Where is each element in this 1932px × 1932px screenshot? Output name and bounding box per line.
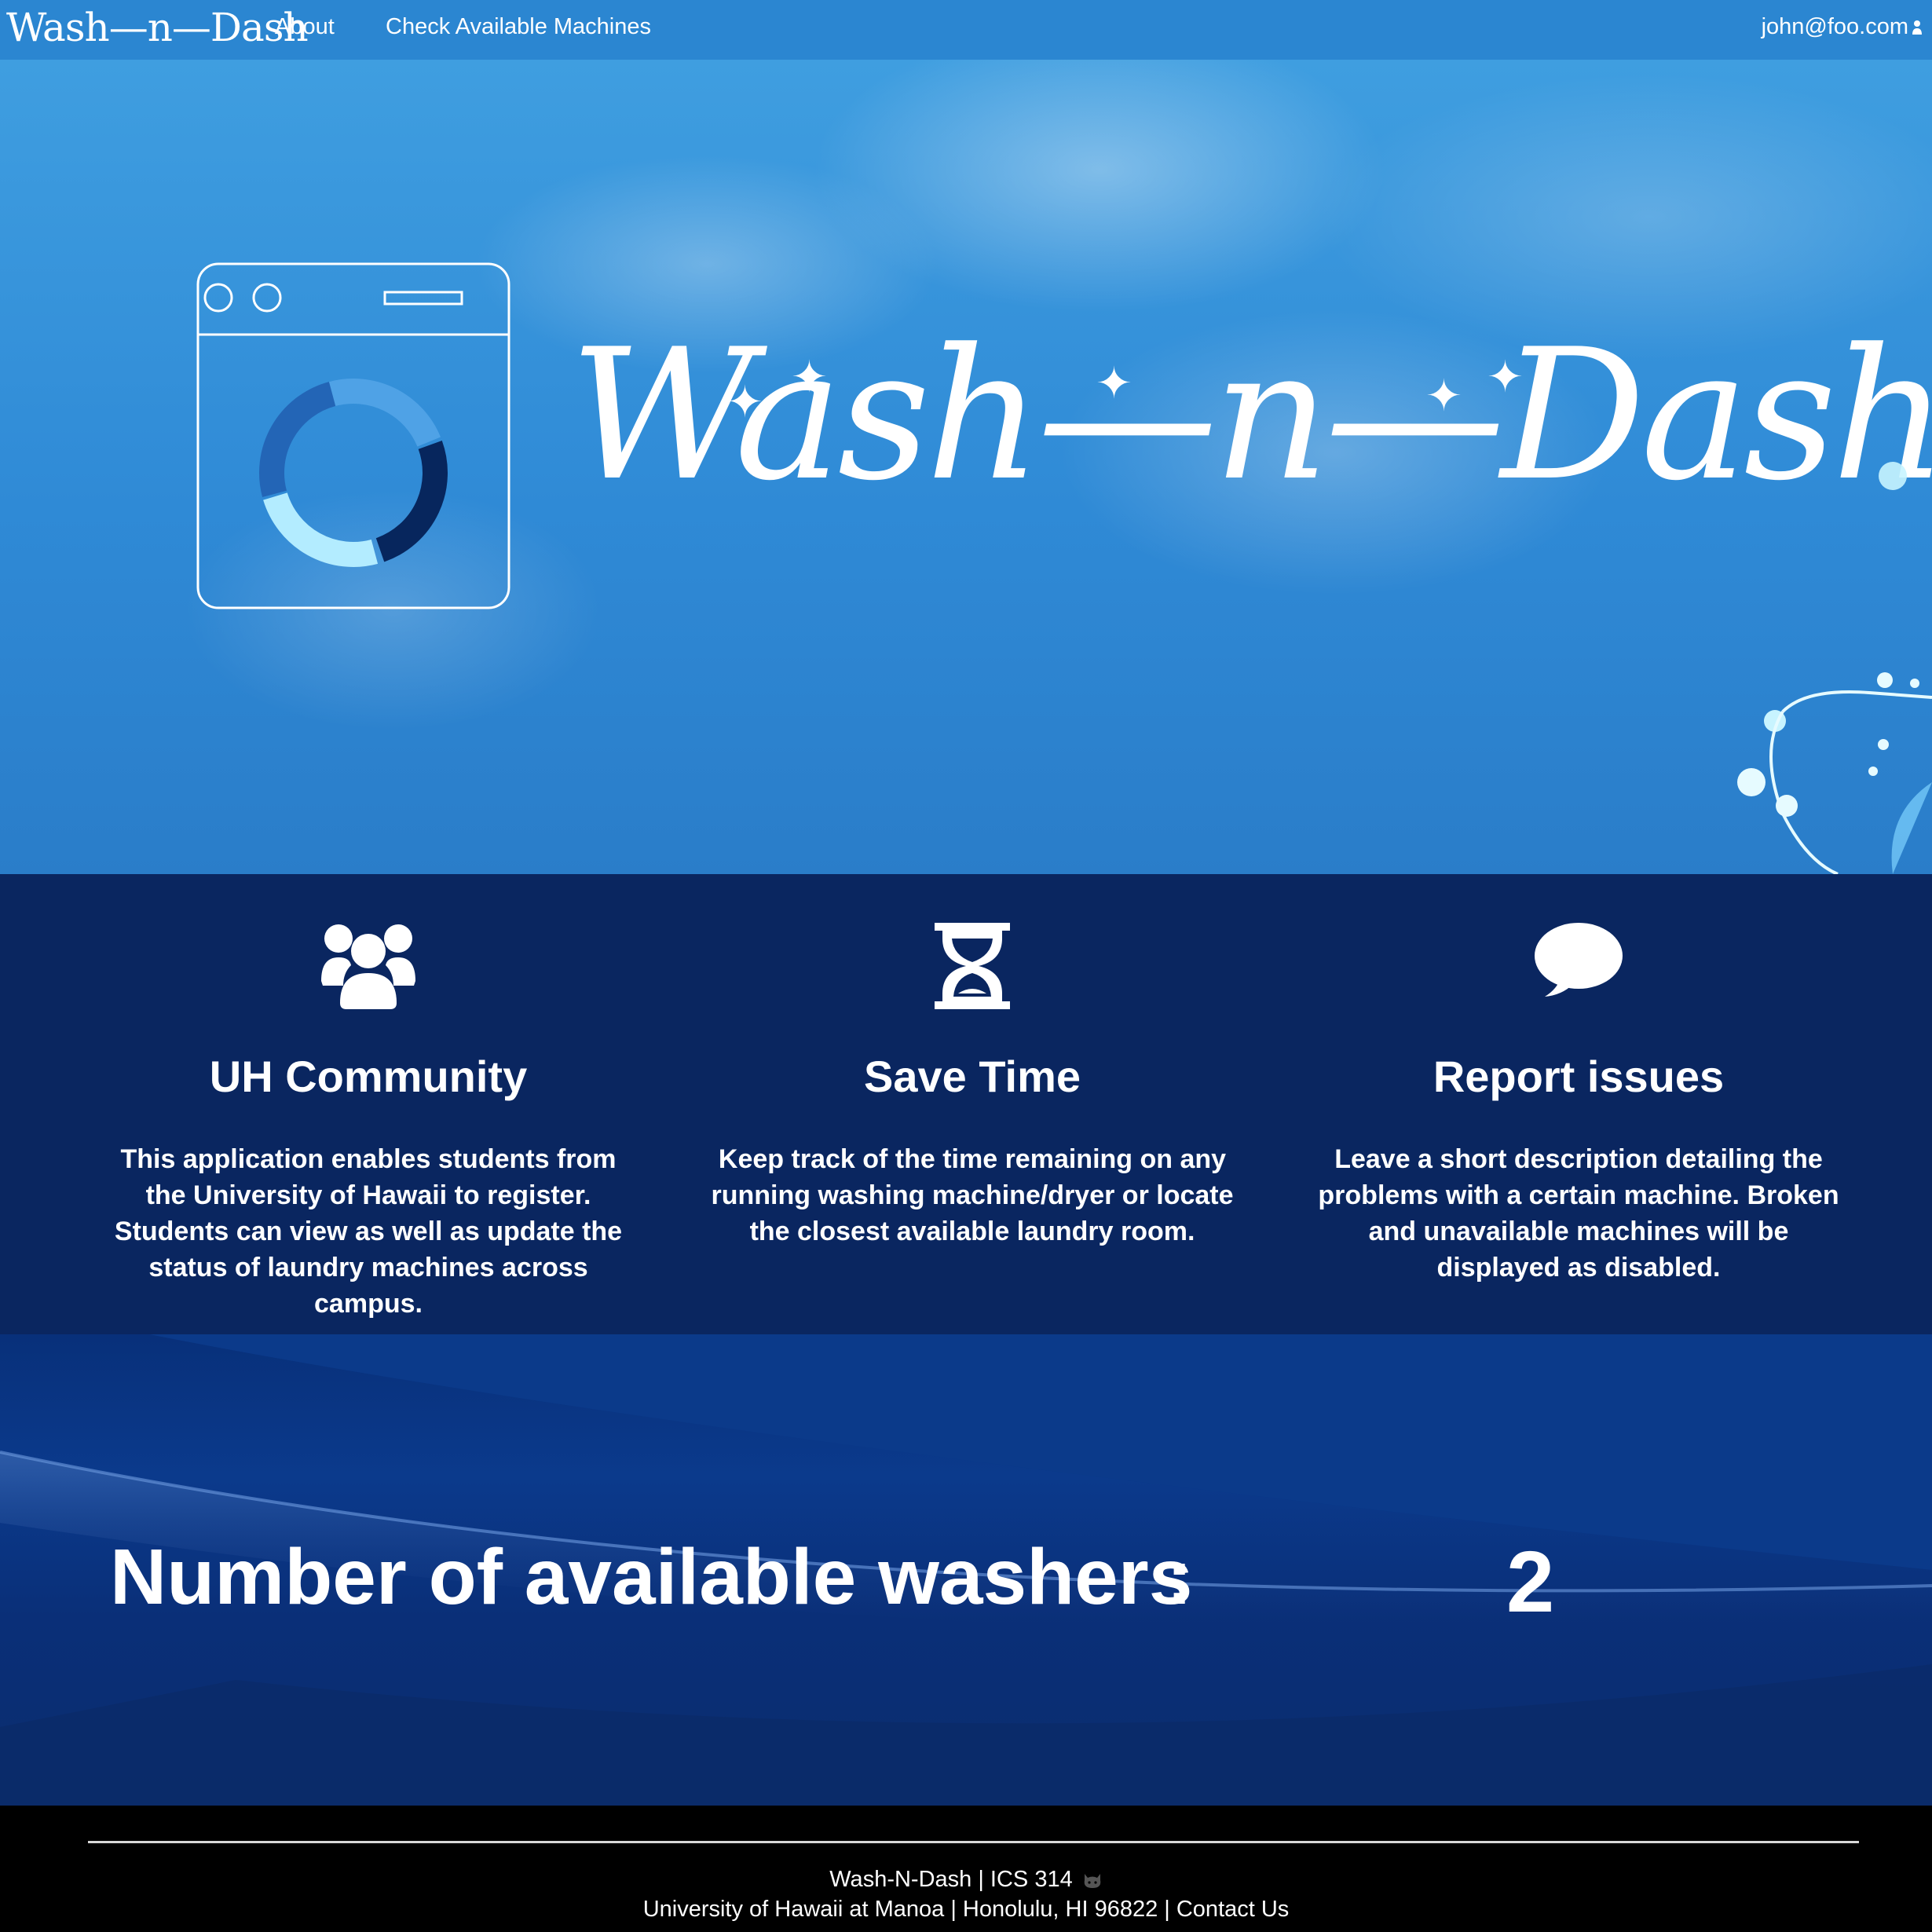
hero-title: Wash—n—Dash ✦ ✦ ✦ ✦ ✦	[569, 272, 1932, 617]
footer-project-text: Wash-N-Dash | ICS 314	[829, 1867, 1073, 1892]
brand-logo[interactable]: Wash—n—Dash	[6, 5, 309, 50]
github-icon[interactable]	[1082, 1871, 1103, 1890]
nav-link-check-available-machines[interactable]: Check Available Machines	[386, 14, 651, 40]
user-email: john@foo.com	[1761, 14, 1908, 39]
footer-divider	[88, 1841, 1859, 1843]
feature-text: Leave a short description detailing the …	[1318, 1144, 1839, 1283]
available-washers-separator: :	[1166, 1533, 1193, 1621]
feature-text: Keep track of the time remaining on any …	[711, 1144, 1234, 1246]
navbar: Wash—n—Dash About Check Available Machin…	[0, 0, 1932, 60]
user-icon	[1912, 20, 1922, 35]
features-section: UH Community This application enables st…	[0, 874, 1932, 1334]
nav-link-about[interactable]: About	[275, 14, 335, 40]
comment-icon	[1535, 923, 1623, 997]
feature-title: Report issues	[1433, 1052, 1725, 1101]
sparkle-icon: ✦	[726, 377, 763, 426]
available-washers-count: 2	[1506, 1534, 1555, 1630]
users-icon	[321, 924, 415, 1009]
hourglass-icon	[935, 923, 1010, 1009]
sparkle-icon: ✦	[1425, 371, 1462, 420]
sparkle-icon: ✦	[1096, 358, 1132, 408]
bubbles-decoration	[1737, 462, 1932, 874]
user-menu[interactable]: john@foo.com	[1762, 14, 1923, 40]
sparkle-icon: ✦	[1487, 352, 1524, 401]
footer-line-2[interactable]: University of Hawaii at Manoa | Honolulu…	[0, 1897, 1932, 1923]
hero-banner: Wash—n—Dash ✦ ✦ ✦ ✦ ✦	[0, 60, 1932, 874]
available-washers-label: Number of available washers	[110, 1533, 1193, 1621]
availability-section: Number of available washers : 2	[0, 1334, 1932, 1806]
footer-line-1: Wash-N-Dash | ICS 314	[0, 1867, 1932, 1893]
feature-title: Save Time	[863, 1052, 1081, 1101]
washing-machine-icon	[196, 262, 510, 609]
feature-text: This application enables students from t…	[114, 1144, 623, 1319]
footer: Wash-N-Dash | ICS 314 University of Hawa…	[0, 1806, 1932, 1932]
feature-title: UH Community	[209, 1052, 528, 1101]
sparkle-icon: ✦	[791, 352, 828, 401]
